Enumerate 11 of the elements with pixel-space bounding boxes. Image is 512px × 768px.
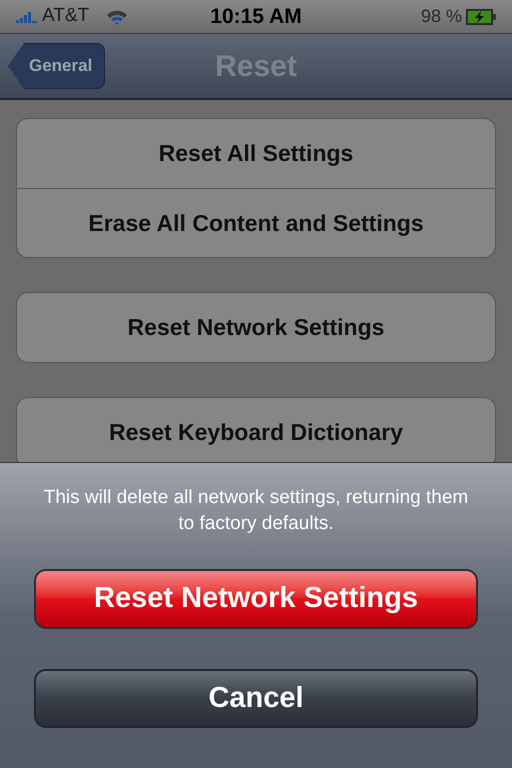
settings-row[interactable]: Reset Network Settings	[17, 293, 495, 362]
clock: 10:15 AM	[210, 4, 302, 30]
reset-button[interactable]: Reset Network Settings	[34, 569, 478, 628]
settings-row[interactable]: Reset All Settings	[17, 119, 495, 188]
sheet-message: This will delete all network settings, returning them to factory defaults.	[42, 486, 470, 536]
carrier-name: AT&T	[42, 4, 90, 28]
battery-percent: 98 %	[420, 5, 462, 28]
back-button[interactable]: General	[8, 43, 106, 89]
signal-icon	[16, 10, 38, 22]
settings-row[interactable]: Erase All Content and Settings	[17, 188, 495, 257]
cancel-button[interactable]: Cancel	[34, 668, 478, 728]
